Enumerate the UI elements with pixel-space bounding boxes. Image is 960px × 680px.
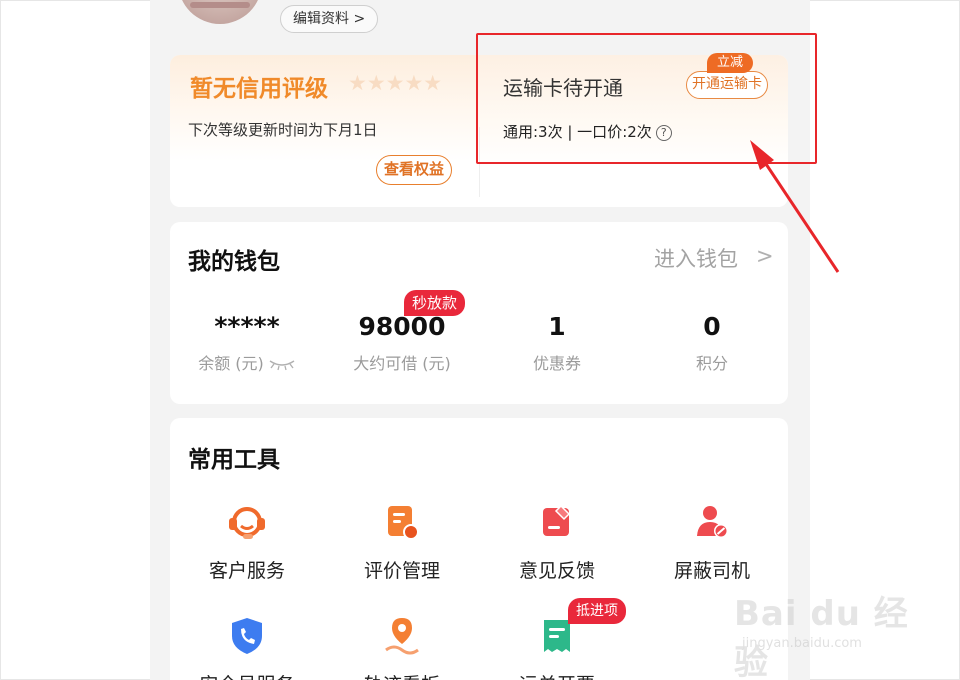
- tool-feedback[interactable]: 意见反馈: [480, 500, 634, 583]
- tool-block-driver[interactable]: 屏蔽司机: [635, 500, 789, 583]
- tools-card: 常用工具 客户服务 评价管理 意见反馈 屏蔽司机 抵进项: [170, 418, 788, 680]
- tool-label: 轨迹看板: [325, 670, 479, 680]
- balance-label-text: 余额 (元): [198, 354, 264, 373]
- invoice-badge: 抵进项: [568, 598, 626, 624]
- block-driver-icon: [697, 506, 728, 538]
- security-phone-icon: [232, 618, 262, 654]
- tool-label: 运单开票: [480, 670, 634, 680]
- points-value: 0: [703, 312, 721, 341]
- tool-security-number[interactable]: 安全号服务: [170, 614, 324, 680]
- tool-label: 安全号服务: [170, 670, 324, 680]
- watermark-brand: Bai du 经验: [734, 594, 909, 680]
- fast-loan-badge: 秒放款: [404, 290, 466, 316]
- wallet-loan[interactable]: 98000 大约可借 (元): [325, 310, 479, 374]
- enter-wallet-link[interactable]: 进入钱包: [654, 243, 738, 273]
- wallet-balance[interactable]: ***** 余额 (元): [170, 310, 324, 374]
- location-track-icon: [385, 618, 419, 655]
- annotation-highlight-box: [476, 33, 817, 164]
- wallet-coupons[interactable]: 1 优惠券: [480, 310, 634, 374]
- credit-update-text: 下次等级更新时间为下月1日: [188, 121, 378, 139]
- tool-label: 屏蔽司机: [673, 560, 750, 582]
- wallet-title: 我的钱包: [188, 249, 280, 275]
- tool-track-board[interactable]: 轨迹看板: [325, 614, 479, 680]
- wallet-card: 我的钱包 进入钱包 > ***** 余额 (元) 98000 大约可借 (元) …: [170, 222, 788, 404]
- credit-rating-panel: 暂无信用评级 ★★★★★ 下次等级更新时间为下月1日 查看权益: [170, 55, 480, 207]
- avatar[interactable]: [178, 0, 262, 24]
- baidu-watermark: Bai du 经验 jingyan.baidu.com: [734, 580, 924, 680]
- balance-value: *****: [214, 312, 280, 341]
- review-doc-icon: [388, 506, 419, 540]
- eye-closed-icon[interactable]: [268, 357, 296, 371]
- wallet-points[interactable]: 0 积分: [635, 310, 789, 374]
- credit-rating-title: 暂无信用评级: [190, 76, 328, 102]
- tools-title: 常用工具: [188, 447, 280, 473]
- points-label: 积分: [695, 354, 728, 373]
- chevron-right-icon[interactable]: >: [756, 244, 774, 268]
- tool-label: 意见反馈: [518, 560, 595, 582]
- feedback-icon: [543, 504, 571, 536]
- tool-customer-service[interactable]: 客户服务: [170, 500, 324, 583]
- edit-profile-button[interactable]: 编辑资料 >: [280, 5, 379, 33]
- coupon-value: 1: [548, 312, 566, 341]
- coupon-label: 优惠券: [532, 354, 581, 373]
- rating-stars-icon: ★★★★★: [348, 71, 443, 95]
- view-rights-button[interactable]: 查看权益: [376, 155, 453, 185]
- balance-label: 余额 (元): [170, 350, 324, 374]
- tool-label: 客户服务: [208, 560, 285, 582]
- loan-label: 大约可借 (元): [353, 354, 451, 373]
- tool-label: 评价管理: [363, 560, 440, 582]
- tool-review-management[interactable]: 评价管理: [325, 500, 479, 583]
- watermark-url: jingyan.baidu.com: [742, 636, 862, 651]
- headset-icon: [229, 507, 265, 539]
